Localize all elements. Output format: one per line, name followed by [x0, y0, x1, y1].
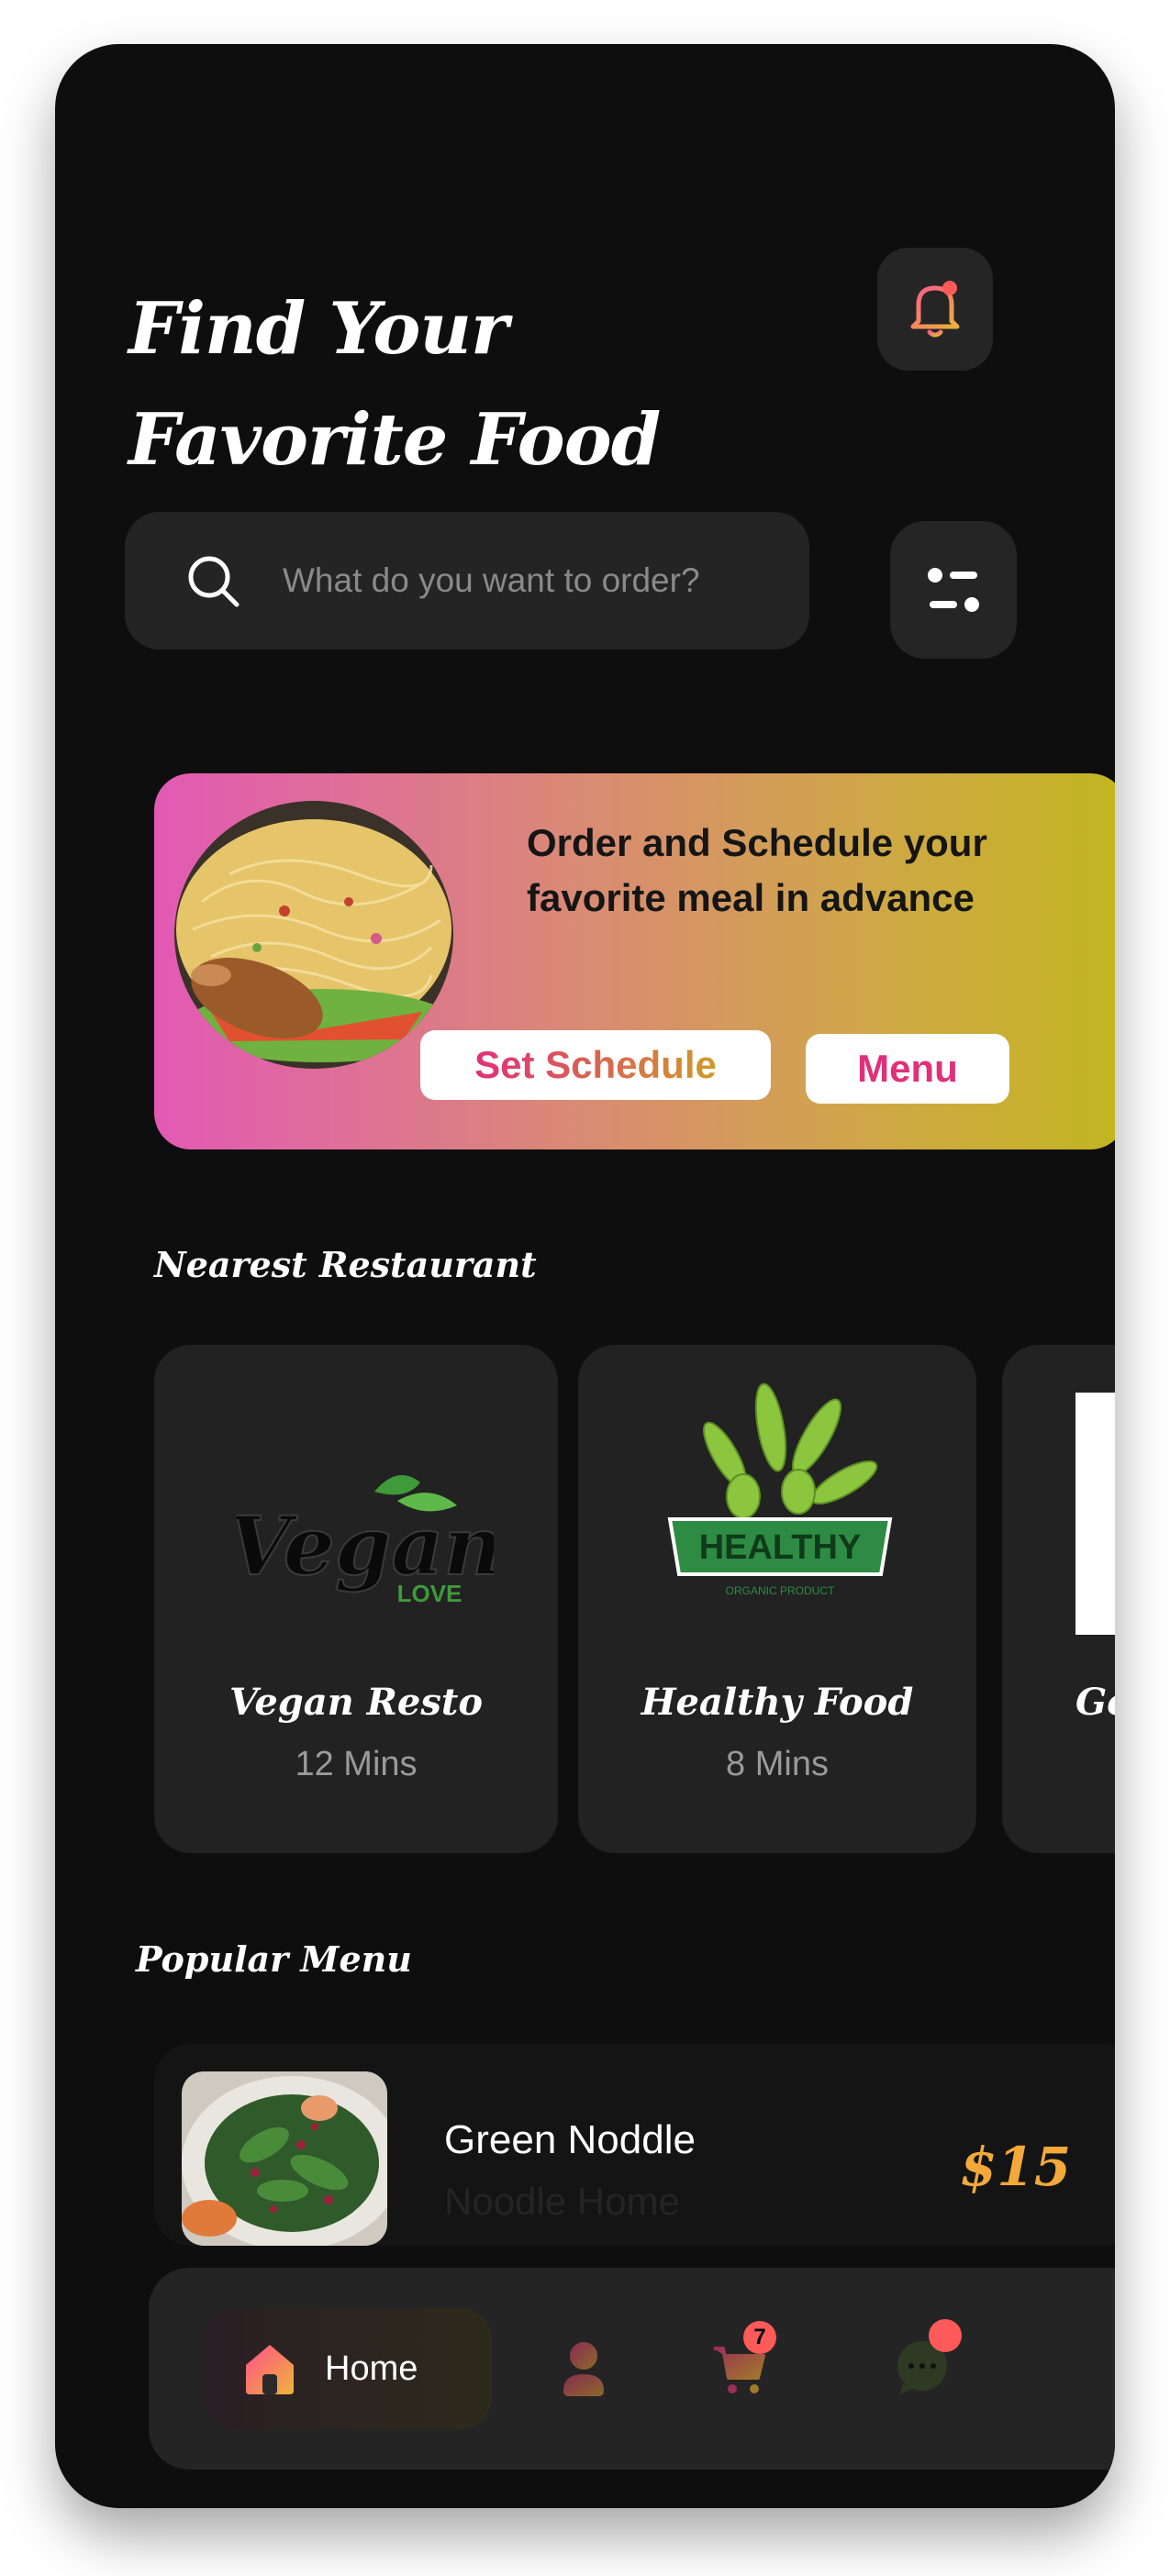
search-input[interactable]	[281, 561, 762, 601]
restaurant-name: Go	[1075, 1681, 1115, 1724]
svg-text:LOVE: LOVE	[397, 1580, 462, 1607]
page-title-line-1: Find Your	[128, 287, 508, 371]
restaurant-card-healthy[interactable]: HEALTHY ORGANIC PRODUCT Healthy Food 8 M…	[578, 1345, 976, 1853]
filter-icon	[928, 568, 979, 612]
set-schedule-label: Set Schedule	[474, 1043, 717, 1086]
notification-button[interactable]	[877, 248, 993, 371]
restaurant-logo-partial	[1075, 1393, 1115, 1635]
popular-menu-title: Popular Menu	[136, 1938, 412, 1980]
vegan-love-logo: Vegan LOVE	[228, 1464, 503, 1629]
promo-text: Order and Schedule your favorite meal in…	[527, 821, 987, 919]
nav-home-tab[interactable]: Home	[204, 2308, 492, 2429]
restaurant-time: 12 Mins	[295, 1745, 418, 1783]
bottom-navigation: Home 7	[149, 2268, 1115, 2470]
restaurant-card-partial[interactable]: Go	[1002, 1345, 1115, 1853]
chat-badge	[929, 2319, 962, 2352]
nav-cart[interactable]: 7	[712, 2321, 786, 2405]
svg-text:ORGANIC PRODUCT: ORGANIC PRODUCT	[726, 1584, 835, 1597]
cart-badge: 7	[743, 2321, 776, 2354]
svg-text:HEALTHY: HEALTHY	[699, 1528, 862, 1567]
restaurant-card-vegan[interactable]: Vegan LOVE Vegan Resto 12 Mins	[154, 1345, 558, 1853]
nav-home-label: Home	[325, 2348, 418, 2388]
green-noodle-image	[182, 2071, 387, 2246]
restaurant-name: Healthy Food	[641, 1681, 914, 1724]
nav-chat[interactable]	[894, 2319, 967, 2404]
search-bar[interactable]	[125, 512, 809, 650]
filter-button[interactable]	[890, 521, 1017, 659]
nearest-restaurant-title: Nearest Restaurant	[154, 1244, 537, 1285]
page-title-line-2: Favorite Food	[128, 398, 661, 482]
menu-button[interactable]: Menu	[806, 1034, 1009, 1104]
home-icon	[246, 2345, 294, 2394]
profile-icon[interactable]	[560, 2339, 607, 2398]
restaurant-name: Vegan Resto	[228, 1681, 484, 1724]
bell-icon	[910, 281, 960, 338]
noodle-dish-image	[174, 801, 453, 1069]
menu-item-price: $15	[960, 2136, 1072, 2198]
set-schedule-button[interactable]: Set Schedule	[420, 1030, 771, 1100]
restaurant-time: 8 Mins	[726, 1745, 829, 1783]
menu-item-name: Green Noddle	[444, 2117, 696, 2162]
menu-item-card[interactable]: Green Noddle Noodle Home $15	[154, 2044, 1115, 2246]
app-screen: Find Your Favorite Food What do you want…	[55, 44, 1115, 2508]
promo-banner: Order and Schedule your favorite meal in…	[154, 773, 1115, 1149]
search-icon	[188, 556, 240, 607]
menu-item-restaurant: Noodle Home	[444, 2180, 680, 2223]
healthy-logo: HEALTHY ORGANIC PRODUCT	[661, 1382, 899, 1602]
